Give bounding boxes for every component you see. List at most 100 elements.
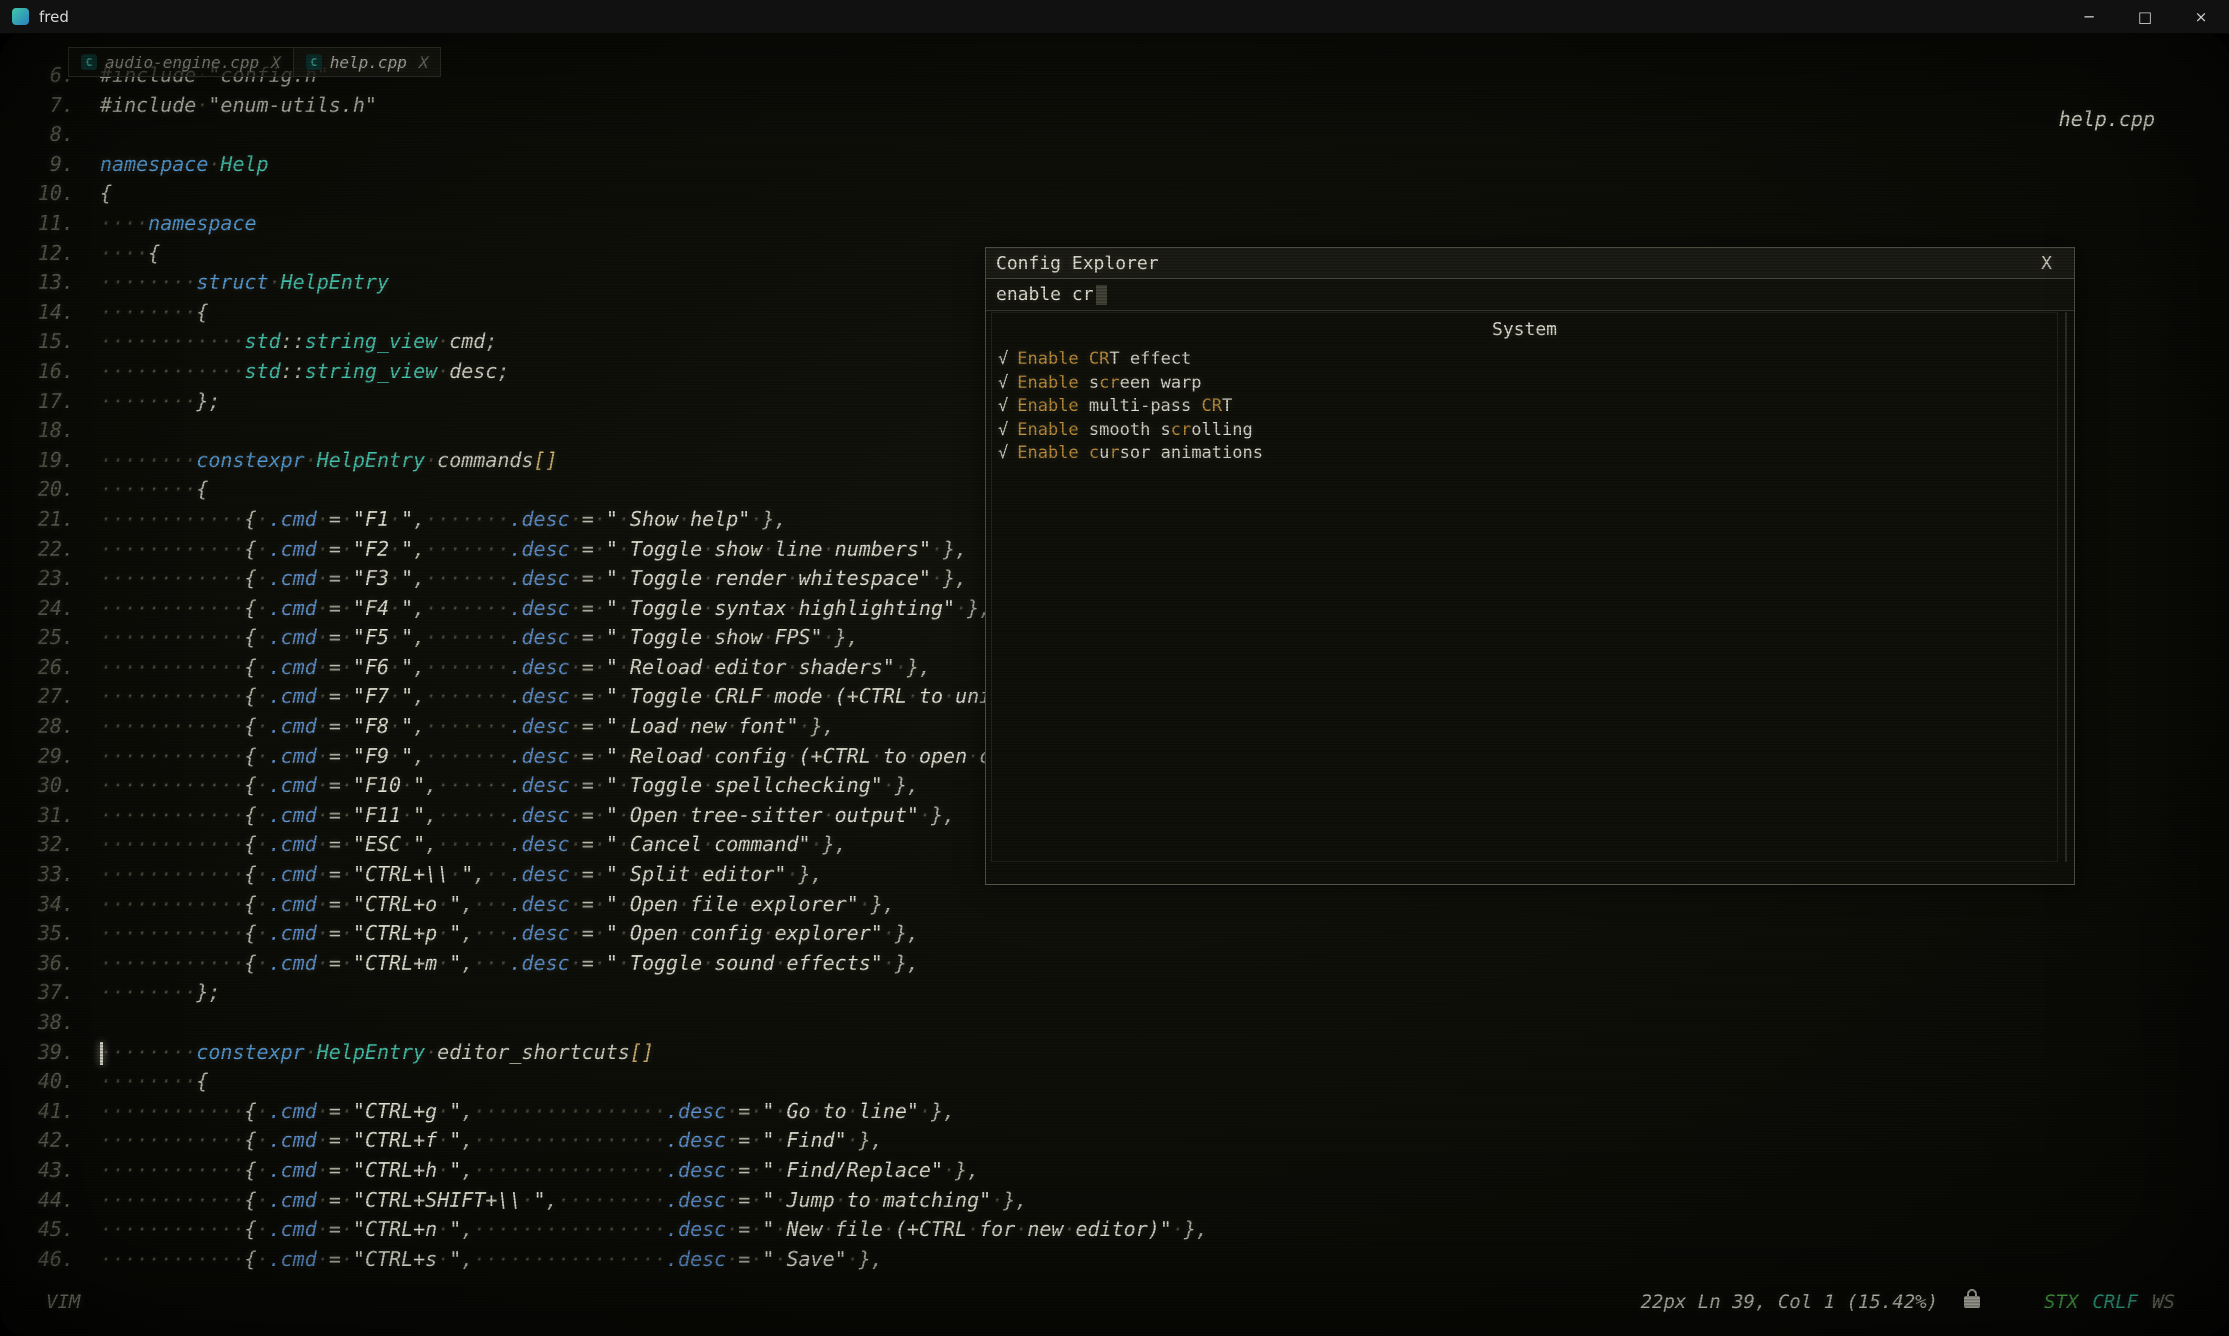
code-line-46[interactable]: 46.············{·.cmd·=·"CTRL+s·",······… bbox=[0, 1245, 2229, 1275]
code-line-7[interactable]: 7.#include·"enum-utils.h" bbox=[0, 91, 2229, 121]
line-content: ········}; bbox=[100, 978, 220, 1008]
code-line-39[interactable]: 39.········constexpr·HelpEntry·editor_sh… bbox=[0, 1038, 2229, 1068]
line-content: ············{·.cmd·=·"CTRL+n·",·········… bbox=[100, 1215, 1208, 1245]
option-label-text: olling bbox=[1191, 420, 1252, 440]
line-content: ············{·.cmd·=·"CTRL+\\·",··.desc·… bbox=[100, 860, 823, 890]
code-line-40[interactable]: 40.········{ bbox=[0, 1067, 2229, 1097]
code-line-34[interactable]: 34.············{·.cmd·=·"CTRL+o·",···.de… bbox=[0, 890, 2229, 920]
status-flag-ws: WS bbox=[2152, 1291, 2175, 1313]
config-option[interactable]: √Enable CRT effect bbox=[992, 348, 2057, 372]
status-flag-stx: STX bbox=[2044, 1291, 2078, 1313]
popup-title: Config Explorer bbox=[996, 253, 1159, 274]
checkbox-checked-icon[interactable]: √ bbox=[998, 396, 1008, 416]
code-line-43[interactable]: 43.············{·.cmd·=·"CTRL+h·",······… bbox=[0, 1156, 2229, 1186]
code-line-37[interactable]: 37.········}; bbox=[0, 978, 2229, 1008]
match-highlight: cr bbox=[1171, 420, 1191, 440]
editor-screen: 6.#include·"config.h"7.#include·"enum-ut… bbox=[0, 33, 2229, 1336]
code-line-9[interactable]: 9. namespace·Help bbox=[0, 150, 2229, 180]
option-label-text bbox=[1079, 443, 1089, 463]
line-number: 26. bbox=[0, 653, 74, 683]
code-line-11[interactable]: 11.····namespace bbox=[0, 209, 2229, 239]
code-line-45[interactable]: 45.············{·.cmd·=·"CTRL+n·",······… bbox=[0, 1215, 2229, 1245]
config-explorer-popup: Config Explorer X enable cr System √Enab… bbox=[985, 247, 2075, 885]
line-content: ········}; bbox=[100, 387, 220, 417]
match-highlight: cr bbox=[1099, 373, 1119, 393]
code-line-36[interactable]: 36.············{·.cmd·=·"CTRL+m·",···.de… bbox=[0, 949, 2229, 979]
line-number: 36. bbox=[0, 949, 74, 979]
line-content: ············{·.cmd·=·"F3·",·······.desc·… bbox=[100, 564, 967, 594]
line-number: 12. bbox=[0, 239, 74, 269]
match-highlight: Enable bbox=[1017, 373, 1078, 393]
line-number: 13. bbox=[0, 268, 74, 298]
app-icon bbox=[12, 8, 29, 25]
line-number: 9. bbox=[0, 150, 74, 180]
line-number: 28. bbox=[0, 712, 74, 742]
section-header: System bbox=[992, 313, 2057, 348]
checkbox-checked-icon[interactable]: √ bbox=[998, 349, 1008, 369]
line-number: 41. bbox=[0, 1097, 74, 1127]
minimize-button[interactable]: ─ bbox=[2061, 0, 2117, 33]
window-titlebar: fred ─ □ × bbox=[0, 0, 2229, 34]
line-content: ············{·.cmd·=·"CTRL+SHIFT+\\·",··… bbox=[100, 1186, 1027, 1216]
line-number: 39. bbox=[0, 1038, 74, 1068]
code-line-38[interactable]: 38. bbox=[0, 1008, 2229, 1038]
status-flag-crlf: CRLF bbox=[2092, 1291, 2138, 1313]
line-number: 42. bbox=[0, 1126, 74, 1156]
config-search-input[interactable]: enable cr bbox=[986, 279, 2074, 311]
tab-close-button[interactable]: X bbox=[419, 53, 429, 72]
code-line-44[interactable]: 44. ············{·.cmd·=·"CTRL+SHIFT+\\·"… bbox=[0, 1186, 2229, 1216]
line-number: 32. bbox=[0, 830, 74, 860]
config-option[interactable]: √Enable multi-pass CRT bbox=[992, 395, 2057, 419]
line-number: 21. bbox=[0, 505, 74, 535]
status-bar: VIM 22px Ln 39, Col 1 (15.42%) STXCRLFWS bbox=[0, 1291, 2229, 1313]
line-content: ············{·.cmd·=·"ESC·",······.desc·… bbox=[100, 830, 847, 860]
line-number: 22. bbox=[0, 535, 74, 565]
code-line-35[interactable]: 35.············{·.cmd·=·"CTRL+p·",···.de… bbox=[0, 919, 2229, 949]
match-highlight: r bbox=[1109, 443, 1119, 463]
close-button[interactable]: × bbox=[2173, 0, 2229, 33]
maximize-button[interactable]: □ bbox=[2117, 0, 2173, 33]
line-number: 6. bbox=[0, 61, 74, 91]
code-line-41[interactable]: 41. ············{·.cmd·=·"CTRL+g·",······… bbox=[0, 1097, 2229, 1127]
line-number: 24. bbox=[0, 594, 74, 624]
line-number: 38. bbox=[0, 1008, 74, 1038]
option-label-text: sor animations bbox=[1120, 443, 1263, 463]
pane-filename: help.cpp bbox=[2059, 107, 2155, 131]
line-number: 20. bbox=[0, 475, 74, 505]
line-content: ············{·.cmd·=·"F1·",·······.desc·… bbox=[100, 505, 787, 535]
config-option[interactable]: √ Enable screen warp bbox=[992, 372, 2057, 396]
code-line-10[interactable]: 10.{ bbox=[0, 179, 2229, 209]
line-number: 40. bbox=[0, 1067, 74, 1097]
option-label-text: een warp bbox=[1120, 373, 1202, 393]
code-line-42[interactable]: 42.············{·.cmd·=·"CTRL+f·",······… bbox=[0, 1126, 2229, 1156]
line-content: { bbox=[100, 179, 112, 209]
option-label-text: s bbox=[1079, 373, 1099, 393]
cursor-position: 22px Ln 39, Col 1 (15.42%) bbox=[1641, 1291, 1938, 1313]
option-label-text: T effect bbox=[1109, 349, 1191, 369]
popup-scrollbar[interactable] bbox=[2065, 312, 2067, 862]
line-content: ············{·.cmd·=·"CTRL+h·",·········… bbox=[100, 1156, 979, 1186]
line-number: 44. bbox=[0, 1186, 74, 1216]
line-number: 15. bbox=[0, 327, 74, 357]
tab-audio-engine-cpp[interactable]: Caudio-engine.cppX bbox=[69, 48, 294, 76]
line-number: 19. bbox=[0, 446, 74, 476]
line-content: ····namespace bbox=[100, 209, 257, 239]
checkbox-checked-icon[interactable]: √ bbox=[998, 420, 1008, 440]
popup-close-button[interactable]: X bbox=[2029, 253, 2064, 274]
line-number: 27. bbox=[0, 682, 74, 712]
line-content: ········{ bbox=[100, 298, 208, 328]
config-option[interactable]: √Enable smooth scrolling bbox=[992, 419, 2057, 443]
tab-help-cpp[interactable]: Chelp.cppX bbox=[294, 48, 441, 76]
match-highlight: CR bbox=[1089, 349, 1109, 369]
line-content: ············{·.cmd·=·"CTRL+g·",·········… bbox=[100, 1097, 955, 1127]
line-content: namespace·Help bbox=[100, 150, 269, 180]
config-option[interactable]: √Enable cursor animations bbox=[992, 442, 2057, 466]
code-line-8[interactable]: 8. bbox=[0, 120, 2229, 150]
option-label-text: u bbox=[1099, 443, 1109, 463]
line-content: ········struct·HelpEntry bbox=[100, 268, 389, 298]
tab-label: audio-engine.cpp bbox=[105, 53, 259, 72]
checkbox-checked-icon[interactable]: √ bbox=[998, 373, 1008, 393]
checkbox-checked-icon[interactable]: √ bbox=[998, 443, 1008, 463]
tab-close-button[interactable]: X bbox=[271, 53, 281, 72]
line-content: ············{·.cmd·=·"CTRL+s·",·········… bbox=[100, 1245, 883, 1275]
